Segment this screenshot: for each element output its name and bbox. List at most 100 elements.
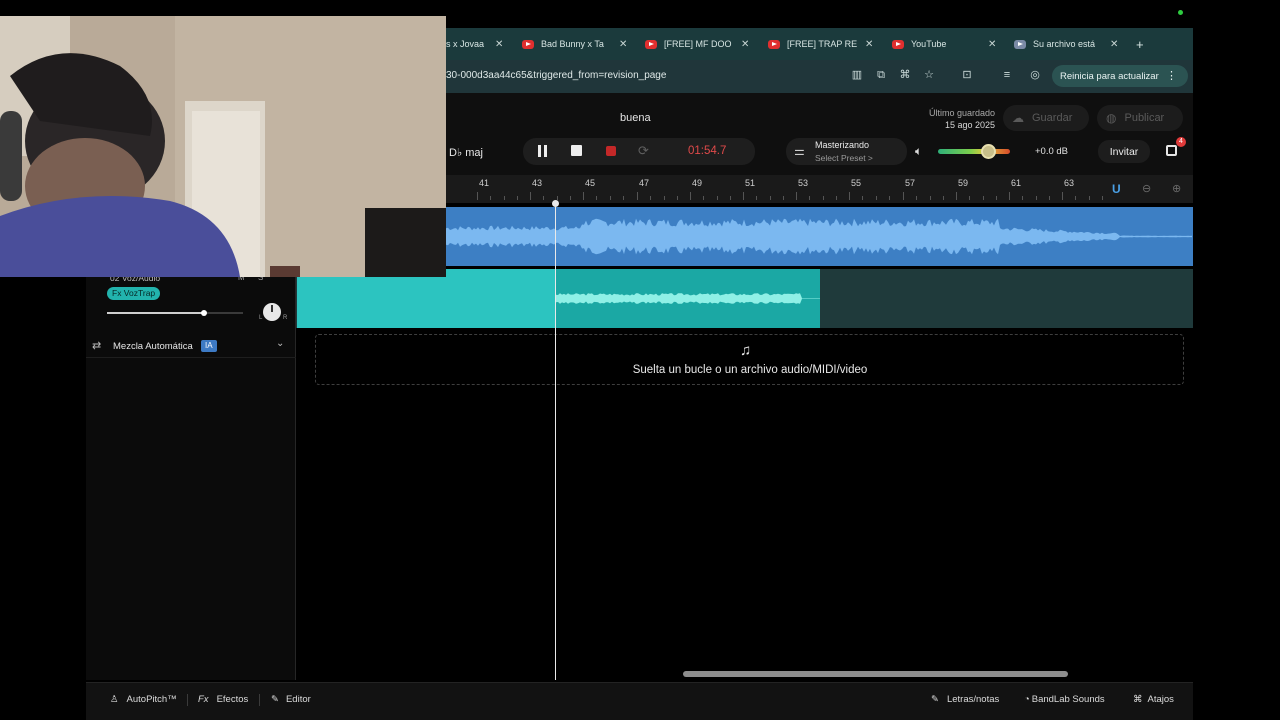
speaker-icon[interactable]: 🔈︎ — [915, 144, 922, 159]
track-clip-voice[interactable] — [297, 269, 556, 328]
editor-label: Editor — [285, 694, 311, 705]
ruler-tick — [783, 196, 784, 200]
pause-button[interactable] — [538, 145, 548, 157]
ruler-tick — [650, 196, 651, 200]
pan-right-label: R — [283, 315, 288, 321]
tab-close-icon[interactable]: ✕ — [495, 39, 503, 50]
tab-close-icon[interactable]: ✕ — [1110, 39, 1118, 50]
lyrics-label: Letras/notas — [946, 694, 1000, 705]
tab-close-icon[interactable]: ✕ — [619, 39, 627, 50]
ruler-bar-label: 49 — [692, 178, 703, 188]
ruler-tick — [1022, 196, 1023, 200]
publish-label: Publicar — [1124, 112, 1165, 124]
tab-close-icon[interactable]: ✕ — [865, 39, 873, 50]
tab-close-icon[interactable]: ✕ — [741, 39, 749, 50]
ruler-bar-label: 45 — [585, 178, 596, 188]
shortcuts-button[interactable]: ⌘ Atajos — [1133, 694, 1174, 705]
media-control-icon[interactable]: ≡ — [1000, 69, 1014, 82]
timeline-ruler[interactable] — [446, 175, 1193, 203]
zoom-in-icon[interactable]: ⊕ — [1172, 182, 1181, 195]
youtube-icon — [768, 39, 780, 49]
track-volume-fill — [107, 312, 204, 314]
ruler-bar-label: 59 — [958, 178, 969, 188]
gift-icon[interactable] — [1166, 145, 1177, 156]
autopitch-label: AutoPitch™ — [126, 694, 177, 705]
key-selector[interactable]: D♭ maj — [449, 146, 483, 159]
divider — [259, 694, 260, 706]
ruler-bar-label: 43 — [532, 178, 543, 188]
tab-partial[interactable]: s x Jovaa ✕ — [446, 28, 506, 60]
ruler-bar-label: 53 — [798, 178, 809, 188]
profile-icon[interactable]: ◎ — [1028, 69, 1042, 82]
restart-update-button[interactable]: Reinicia para actualizar ⋮ — [1052, 65, 1188, 87]
cloud-upload-icon: ☁ — [1012, 111, 1024, 125]
autopitch-button[interactable]: ♙ AutoPitch™ — [110, 694, 177, 705]
ruler-tick — [770, 196, 771, 200]
project-title[interactable]: buena — [620, 112, 651, 124]
tab-mf-doom[interactable]: [FREE] MF DOO ✕ — [645, 28, 755, 60]
fx-preset-badge[interactable]: Fx VozTrap — [107, 287, 161, 300]
new-tab-button[interactable]: + — [1136, 28, 1150, 60]
ruler-bar-label: 63 — [1064, 178, 1075, 188]
auto-mix-label: Mezcla Automática — [113, 341, 193, 352]
youtube-icon — [892, 39, 904, 49]
ruler-tick — [583, 192, 584, 200]
tab-trap[interactable]: [FREE] TRAP RE ✕ — [768, 28, 878, 60]
ai-badge: IA — [201, 340, 217, 352]
chevron-down-icon[interactable]: ⌄ — [276, 338, 284, 349]
ruler-bar-label: 47 — [639, 178, 650, 188]
ruler-bar-label: 41 — [479, 178, 490, 188]
tab-file[interactable]: Su archivo está ✕ — [1014, 28, 1124, 60]
lyrics-button[interactable]: ✎ Letras/notas — [931, 694, 999, 705]
ruler-tick — [610, 196, 611, 200]
playhead[interactable] — [555, 203, 556, 680]
last-saved-date: 15 ago 2025 — [944, 120, 995, 130]
invite-button[interactable]: Invitar — [1098, 140, 1150, 163]
tab-close-icon[interactable]: ✕ — [988, 39, 996, 50]
ruler-tick — [969, 196, 970, 200]
ruler-tick — [1009, 192, 1010, 200]
translate-icon[interactable]: ⌘ — [898, 69, 912, 82]
record-button[interactable] — [606, 146, 616, 156]
master-volume-thumb[interactable] — [981, 144, 996, 159]
ruler-tick — [530, 192, 531, 200]
ruler-tick — [1075, 196, 1076, 200]
track-clip-beat[interactable] — [446, 207, 1193, 266]
search-tabs-icon[interactable]: ⊡ — [960, 69, 974, 82]
ruler-tick — [943, 196, 944, 200]
publish-button[interactable]: ◍ Publicar — [1097, 105, 1183, 131]
bandlab-sounds-label: BandLab Sounds — [1031, 694, 1105, 705]
pan-knob[interactable] — [263, 303, 281, 321]
ruler-tick — [690, 192, 691, 200]
editor-button[interactable]: ✎ Editor — [271, 694, 311, 705]
master-volume-slider[interactable] — [938, 149, 1010, 154]
tab-label: [FREE] MF DOO — [664, 39, 732, 49]
tab-bad-bunny[interactable]: Bad Bunny x Ta ✕ — [522, 28, 632, 60]
snap-magnet-icon[interactable]: U — [1112, 182, 1121, 196]
tab-youtube[interactable]: YouTube ✕ — [892, 28, 1002, 60]
horizontal-scrollbar[interactable] — [683, 671, 1068, 677]
bookmark-star-icon[interactable]: ☆ — [922, 69, 936, 82]
ruler-tick — [1089, 196, 1090, 200]
bandlab-sounds-button[interactable]: ◔ BandLab Sounds — [1024, 694, 1105, 705]
install-icon[interactable]: ⧉ — [874, 69, 888, 82]
zoom-out-icon[interactable]: ⊖ — [1142, 182, 1151, 195]
ruler-tick — [756, 196, 757, 200]
stop-button[interactable] — [571, 145, 582, 156]
track-volume-thumb[interactable] — [201, 310, 207, 316]
save-button[interactable]: ☁ Guardar — [1003, 105, 1089, 131]
bandlab-icon: ◔ — [1024, 694, 1030, 705]
more-menu-icon[interactable]: ⋮ — [1166, 69, 1177, 82]
playhead-handle[interactable] — [552, 200, 559, 207]
loop-icon[interactable]: ⟳ — [638, 143, 649, 159]
reader-icon[interactable]: ▥ — [850, 69, 864, 82]
track-clip-voice-wave[interactable] — [556, 269, 820, 328]
pen-icon: ✎ — [931, 694, 939, 705]
url-text[interactable]: 30-000d3aa44c65&triggered_from=revision_… — [446, 70, 666, 81]
effects-label: Efectos — [216, 694, 249, 705]
ruler-tick — [677, 196, 678, 200]
ruler-tick — [809, 196, 810, 200]
effects-button[interactable]: Fx Efectos — [198, 694, 248, 705]
ruler-tick — [956, 192, 957, 200]
webcam-overlay — [0, 16, 446, 277]
